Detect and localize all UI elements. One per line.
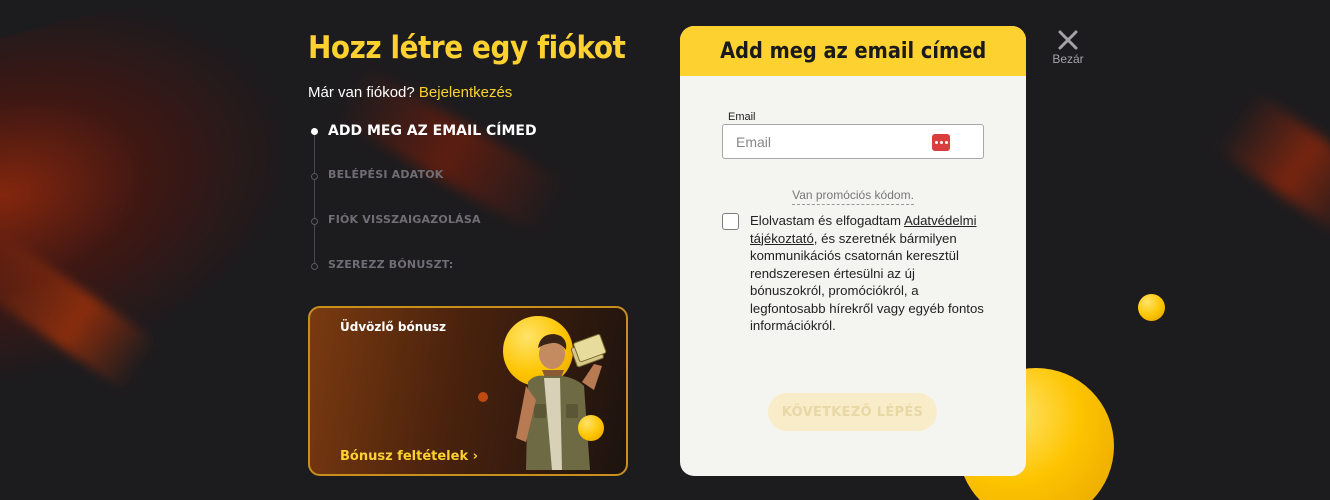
explorer-character-image: [516, 333, 607, 470]
background-streak: [1214, 90, 1330, 240]
form-title: Add meg az email címed: [719, 38, 987, 64]
have-account-text: Már van fiókod?: [308, 84, 415, 101]
bonus-spark: [478, 392, 488, 402]
consent-checkbox[interactable]: [722, 213, 739, 230]
step-label: SZEREZZ BÓNUSZT:: [328, 258, 454, 271]
step-account-verification: FIÓK VISSZAIGAZOLÁSA: [308, 213, 638, 258]
step-dot: [311, 218, 318, 225]
step-get-bonus: SZEREZZ BÓNUSZT:: [308, 258, 638, 303]
step-label: ADD MEG AZ EMAIL CÍMED: [328, 123, 537, 139]
step-dot: [311, 128, 318, 135]
close-icon: [1058, 30, 1078, 50]
registration-steps: ADD MEG AZ EMAIL CÍMED BELÉPÉSI ADATOK F…: [308, 123, 638, 303]
next-step-button[interactable]: KÖVETKEZŐ LÉPÉS: [768, 393, 937, 431]
consent-text: Elolvastam és elfogadtam Adatvédelmi táj…: [750, 212, 992, 335]
promo-code-section: Van promóciós kódom.: [680, 188, 1026, 205]
step-email: ADD MEG AZ EMAIL CÍMED: [308, 123, 638, 168]
welcome-bonus-card[interactable]: Üdvözlő bónusz Bónusz feltételek ›: [308, 306, 628, 476]
consent-row: Elolvastam és elfogadtam Adatvédelmi táj…: [722, 212, 992, 335]
decorative-ball: [1138, 294, 1165, 321]
step-label: BELÉPÉSI ADATOK: [328, 168, 444, 181]
page-title: Hozz létre egy fiókot: [308, 30, 626, 66]
step-dot: [311, 263, 318, 270]
step-label: FIÓK VISSZAIGAZOLÁSA: [328, 213, 481, 226]
registration-intro: Hozz létre egy fiókot Már van fiókod? Be…: [308, 30, 638, 303]
close-label: Bezár: [1052, 52, 1084, 66]
close-button[interactable]: Bezár: [1050, 30, 1086, 66]
email-field-wrapper: [722, 124, 984, 159]
background: [0, 0, 1330, 500]
password-manager-icon[interactable]: [932, 134, 950, 151]
bonus-terms-link[interactable]: Bónusz feltételek ›: [340, 449, 478, 464]
email-label: Email: [728, 111, 756, 123]
registration-form-panel: Add meg az email címed Email Van promóci…: [680, 26, 1026, 476]
bonus-title: Üdvözlő bónusz: [340, 320, 446, 334]
promo-code-link[interactable]: Van promóciós kódom.: [792, 188, 914, 205]
login-prompt: Már van fiókod? Bejelentkezés: [308, 84, 638, 101]
consent-text-start: Elolvastam és elfogadtam: [750, 213, 901, 228]
bonus-orb-small: [578, 415, 604, 441]
login-link[interactable]: Bejelentkezés: [419, 84, 512, 101]
background-glow: [0, 0, 337, 409]
form-header: Add meg az email címed: [680, 26, 1026, 76]
step-dot: [311, 173, 318, 180]
step-login-details: BELÉPÉSI ADATOK: [308, 168, 638, 213]
